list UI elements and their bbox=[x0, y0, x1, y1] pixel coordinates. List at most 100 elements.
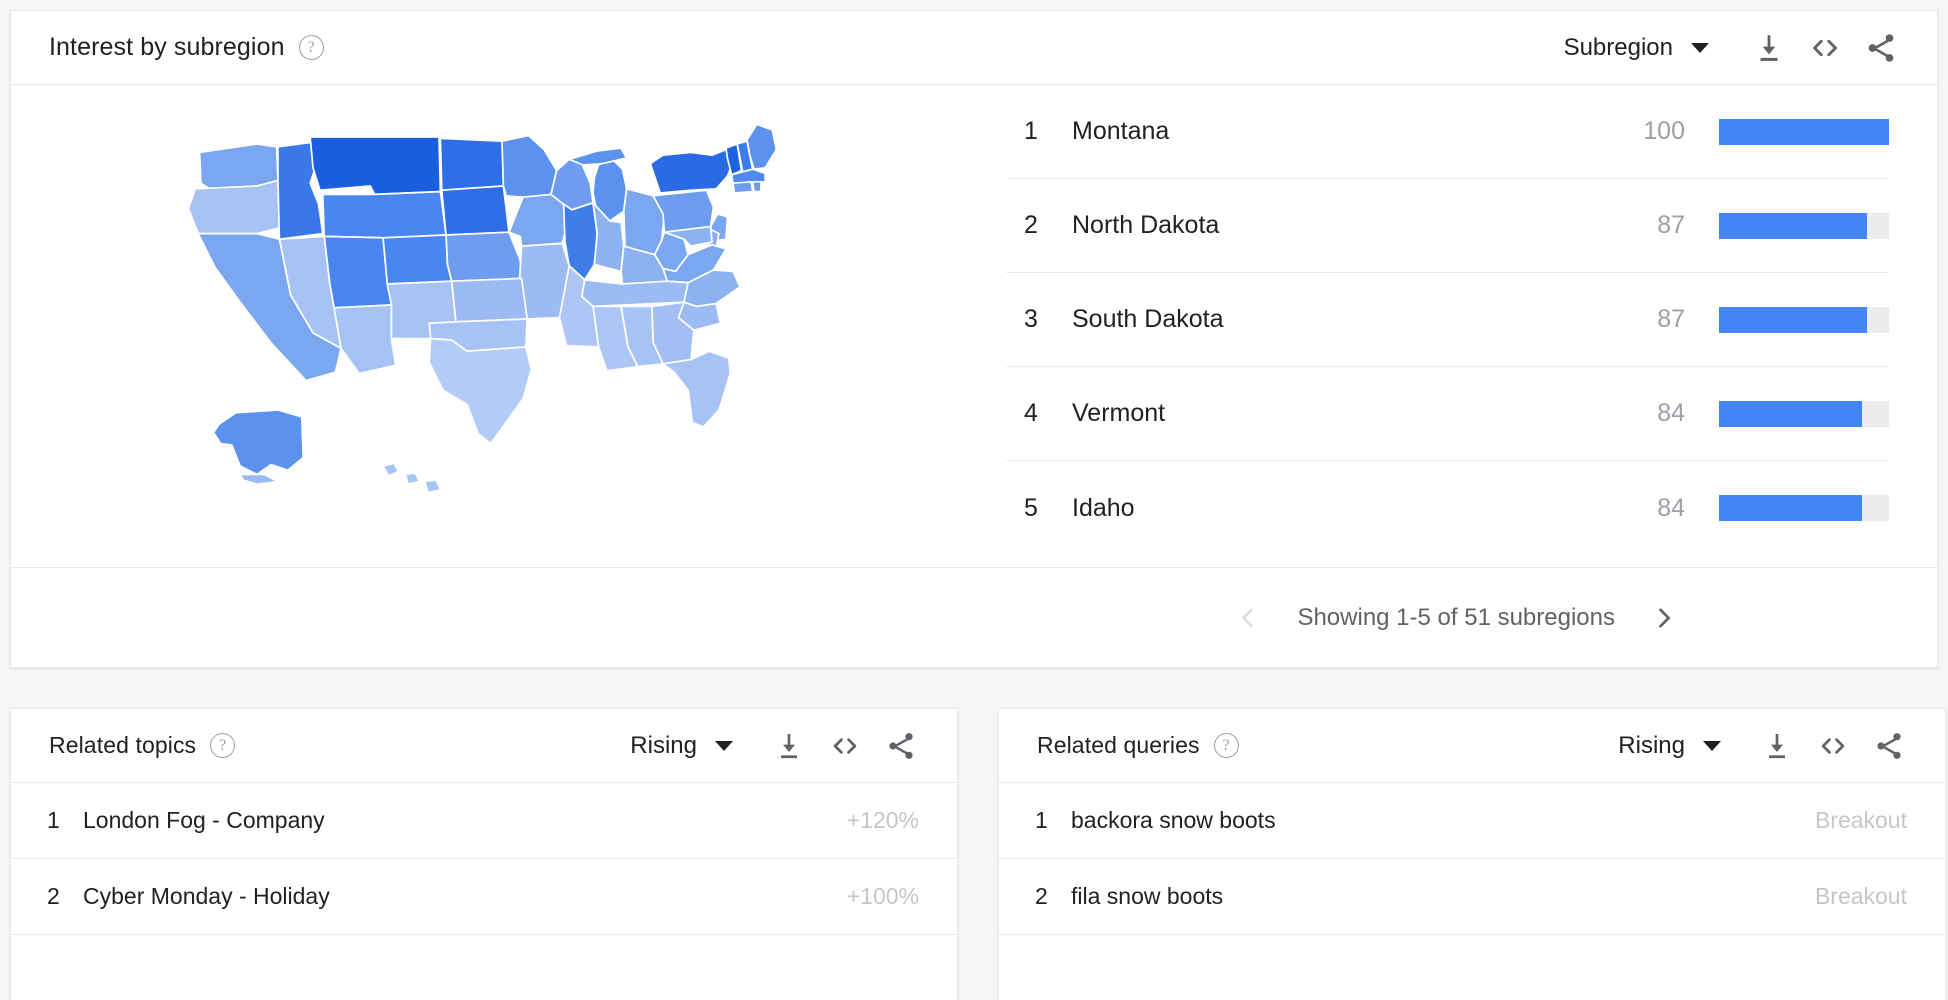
state-HI-2 bbox=[404, 472, 420, 486]
subregion-header-controls: Subregion bbox=[1558, 20, 1909, 76]
row-name: Idaho bbox=[1072, 493, 1135, 522]
related-topics-title: Related topics bbox=[49, 732, 197, 758]
share-icon[interactable] bbox=[1861, 718, 1917, 774]
embed-code-icon[interactable] bbox=[1797, 20, 1853, 76]
help-circle-icon[interactable]: ? bbox=[210, 733, 236, 758]
table-row[interactable]: 3 South Dakota 87 bbox=[1006, 273, 1889, 367]
row-rank: 2 bbox=[1024, 211, 1038, 239]
download-icon[interactable] bbox=[761, 718, 817, 774]
state-AK bbox=[212, 409, 304, 476]
row-value: +120% bbox=[846, 807, 919, 833]
row-name: fila snow boots bbox=[1071, 883, 1224, 909]
topics-sort-select[interactable]: Rising bbox=[624, 726, 735, 766]
breakdown-select[interactable]: Subregion bbox=[1558, 28, 1711, 68]
row-value: +100% bbox=[846, 883, 919, 909]
chevron-down-icon bbox=[1703, 740, 1721, 751]
row-name: Montana bbox=[1072, 117, 1170, 145]
row-bar-fill bbox=[1719, 400, 1862, 427]
row-rank: 2 bbox=[47, 883, 60, 909]
related-queries-title: Related queries bbox=[1037, 732, 1200, 758]
queries-sort-select[interactable]: Rising bbox=[1612, 726, 1723, 766]
topics-sort-value: Rising bbox=[630, 731, 697, 759]
row-name: North Dakota bbox=[1072, 211, 1220, 239]
chevron-left-icon[interactable] bbox=[1225, 595, 1271, 641]
subregion-card-header: Interest by subregion ? Subregion bbox=[11, 11, 1937, 85]
interest-by-subregion-card: Interest by subregion ? Subregion 1 Mont… bbox=[10, 10, 1938, 668]
row-bar-fill bbox=[1719, 306, 1867, 333]
row-bar-track bbox=[1719, 495, 1889, 521]
embed-code-icon[interactable] bbox=[1805, 718, 1861, 774]
table-row[interactable]: 1 Montana 100 bbox=[1006, 85, 1889, 179]
list-item[interactable]: 2 fila snow boots Breakout bbox=[999, 859, 1945, 935]
row-value: 87 bbox=[1657, 305, 1685, 333]
row-rank: 1 bbox=[47, 807, 60, 833]
row-rank: 2 bbox=[1035, 883, 1048, 909]
chevron-down-icon bbox=[1691, 42, 1709, 53]
row-value: Breakout bbox=[1814, 807, 1907, 833]
row-value: 100 bbox=[1643, 117, 1685, 145]
row-name: Vermont bbox=[1072, 399, 1166, 427]
related-topics-header: Related topics ? Rising bbox=[11, 709, 957, 783]
row-value: 84 bbox=[1657, 493, 1685, 522]
related-queries-header: Related queries ? Rising bbox=[999, 709, 1945, 783]
related-queries-card: Related queries ? Rising 1 backora snow … bbox=[998, 708, 1946, 1000]
row-rank: 4 bbox=[1024, 399, 1038, 427]
state-MN bbox=[500, 134, 557, 199]
row-bar-fill bbox=[1719, 495, 1862, 521]
related-topics-card: Related topics ? Rising 1 London Fog - C… bbox=[10, 708, 958, 1000]
row-bar-track bbox=[1719, 306, 1889, 333]
embed-code-icon[interactable] bbox=[817, 718, 873, 774]
subregion-list: 1 Montana 100 2 North Dakota 87 3 South … bbox=[1006, 85, 1937, 567]
download-icon[interactable] bbox=[1749, 718, 1805, 774]
breakdown-select-value: Subregion bbox=[1563, 33, 1673, 61]
state-AK-aleutians bbox=[238, 473, 279, 486]
trends-results-page: Interest by subregion ? Subregion 1 Mont… bbox=[0, 0, 1948, 1000]
row-bar-track bbox=[1719, 212, 1889, 239]
table-row[interactable]: 5 Idaho 84 bbox=[1006, 461, 1889, 555]
row-value: Breakout bbox=[1814, 883, 1907, 909]
row-bar-fill bbox=[1719, 212, 1867, 239]
download-icon[interactable] bbox=[1741, 20, 1797, 76]
share-icon[interactable] bbox=[873, 718, 929, 774]
state-AZ bbox=[332, 304, 396, 375]
row-name: backora snow boots bbox=[1071, 807, 1276, 833]
pagination-status: Showing 1-5 of 51 subregions bbox=[1297, 603, 1615, 631]
share-icon[interactable] bbox=[1853, 20, 1909, 76]
row-bar-track bbox=[1719, 400, 1889, 427]
chevron-right-icon[interactable] bbox=[1641, 595, 1687, 641]
state-WA bbox=[198, 143, 279, 190]
table-row[interactable]: 2 North Dakota 87 bbox=[1006, 179, 1889, 273]
state-ND bbox=[439, 137, 504, 192]
table-row[interactable]: 4 Vermont 84 bbox=[1006, 367, 1889, 461]
row-bar-track bbox=[1719, 118, 1889, 145]
related-topics-controls: Rising bbox=[624, 718, 929, 774]
state-MI-upper bbox=[567, 147, 627, 166]
state-WY bbox=[321, 190, 447, 239]
list-item[interactable]: 1 backora snow boots Breakout bbox=[999, 783, 1945, 859]
state-IA bbox=[507, 193, 567, 248]
help-circle-icon[interactable]: ? bbox=[298, 35, 324, 60]
related-queries-controls: Rising bbox=[1612, 718, 1917, 774]
state-UT bbox=[322, 235, 392, 309]
state-HI-3 bbox=[423, 479, 441, 494]
row-rank: 5 bbox=[1024, 493, 1038, 522]
state-TN bbox=[580, 278, 689, 308]
help-circle-icon[interactable]: ? bbox=[1213, 733, 1239, 758]
state-ME bbox=[745, 123, 777, 171]
state-MT bbox=[308, 136, 441, 196]
state-FL bbox=[661, 350, 731, 428]
row-value: 84 bbox=[1657, 399, 1685, 427]
state-SD bbox=[440, 185, 510, 236]
state-RI bbox=[751, 180, 762, 193]
state-KS bbox=[450, 277, 528, 323]
row-name: South Dakota bbox=[1072, 305, 1224, 333]
page-title: Interest by subregion bbox=[49, 33, 285, 61]
state-CO bbox=[381, 234, 452, 285]
list-item[interactable]: 1 London Fog - Company +120% bbox=[11, 783, 957, 859]
related-queries-list: 1 backora snow boots Breakout 2 fila sno… bbox=[999, 783, 1945, 935]
chevron-down-icon bbox=[715, 740, 733, 751]
state-NE bbox=[444, 231, 522, 283]
list-item[interactable]: 2 Cyber Monday - Holiday +100% bbox=[11, 859, 957, 935]
row-value: 87 bbox=[1657, 211, 1685, 239]
us-choropleth-map[interactable]: .st { stroke:#ffffff; stroke-width:2.4; … bbox=[11, 85, 1006, 567]
